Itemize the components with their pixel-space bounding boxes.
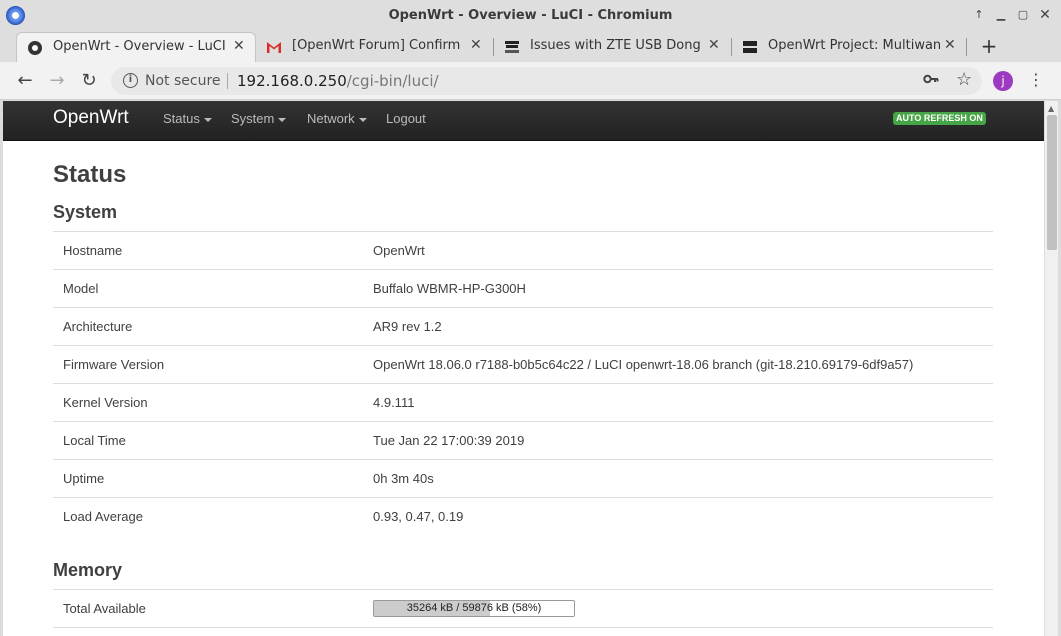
progress-text: 35264 kB / 59876 kB (58%) (406, 602, 542, 614)
new-tab-icon[interactable]: + (978, 33, 1000, 59)
row-label: Kernel Version (63, 395, 148, 410)
row-label: Total Available (63, 601, 146, 616)
back-icon[interactable]: ← (14, 70, 36, 92)
security-label[interactable]: Not secure (145, 73, 221, 89)
tab-label: OpenWrt - Overview - LuCI (53, 39, 226, 54)
nav-network[interactable]: Network (307, 111, 367, 126)
table-row: Uptime 0h 3m 40s (53, 459, 993, 497)
table-row: Total Available 35264 kB / 59876 kB (58%… (53, 589, 993, 627)
window-close-icon[interactable]: ✕ (1036, 6, 1054, 24)
vertical-scrollbar[interactable]: ▲ (1044, 101, 1058, 636)
url-host: 192.168.0.250 (237, 72, 347, 90)
row-label: Uptime (63, 471, 105, 486)
window-maximize-icon[interactable]: ▢ (1014, 6, 1032, 24)
window-title: OpenWrt - Overview - LuCI - Chromium (388, 8, 673, 23)
tab-close-icon[interactable]: ✕ (944, 37, 956, 53)
tab-label: [OpenWrt Forum] Confirm (292, 38, 460, 53)
tab-separator (966, 38, 967, 56)
table-row: Firmware Version OpenWrt 18.06.0 r7188-b… (53, 345, 993, 383)
table-row: Local Time Tue Jan 22 17:00:39 2019 (53, 421, 993, 459)
table-row: Load Average 0.93, 0.47, 0.19 (53, 497, 993, 535)
memory-heading: Memory (53, 560, 123, 580)
row-value: OpenWrt (373, 243, 425, 258)
memory-progress-bar: 35264 kB / 59876 kB (58%) (373, 600, 575, 617)
tab-label: Issues with ZTE USB Dong (530, 38, 700, 53)
openwrt-wiki-icon (742, 39, 758, 55)
gmail-icon (266, 39, 282, 55)
url-text[interactable]: 192.168.0.250/cgi-bin/luci/ (237, 72, 439, 90)
row-value: 0h 3m 40s (373, 471, 434, 486)
tab-close-icon[interactable]: ✕ (233, 38, 245, 54)
table-row (53, 627, 993, 636)
row-value: 0.93, 0.47, 0.19 (373, 509, 464, 524)
page-title: Status (53, 161, 127, 188)
tab-openwrt-overview[interactable]: OpenWrt - Overview - LuCI ✕ (16, 32, 256, 62)
auto-refresh-badge[interactable]: AUTO REFRESH ON (893, 112, 986, 125)
openwrt-forum-icon (504, 39, 520, 55)
omnibox-separator (227, 73, 228, 89)
row-label: Hostname (63, 243, 123, 258)
nav-logout[interactable]: Logout (386, 111, 426, 126)
chevron-down-icon (203, 117, 212, 122)
system-heading: System (53, 202, 118, 222)
row-label: Architecture (63, 319, 133, 334)
row-label: Load Average (63, 509, 143, 524)
row-value: Tue Jan 22 17:00:39 2019 (373, 433, 525, 448)
row-value: OpenWrt 18.06.0 r7188-b0b5c64c22 / LuCI … (373, 357, 914, 372)
luci-navbar: OpenWrt Status System Network Logout AUT… (3, 101, 1044, 141)
tab-strip: OpenWrt - Overview - LuCI ✕ [OpenWrt For… (0, 30, 1061, 62)
openwrt-icon (27, 40, 43, 56)
table-row: Hostname OpenWrt (53, 231, 993, 269)
menu-dots-icon[interactable]: ⋮ (1027, 70, 1045, 89)
row-value: 4.9.111 (373, 395, 415, 410)
table-row: Model Buffalo WBMR-HP-G300H (53, 269, 993, 307)
nav-status[interactable]: Status (163, 111, 212, 126)
page-viewport: OpenWrt Status System Network Logout AUT… (3, 101, 1044, 636)
reload-icon[interactable]: ↻ (78, 70, 100, 92)
nav-status-label: Status (163, 111, 200, 126)
row-value: Buffalo WBMR-HP-G300H (373, 281, 526, 296)
chevron-down-icon (278, 117, 287, 122)
tab-close-icon[interactable]: ✕ (470, 37, 482, 53)
bookmark-star-icon[interactable]: ☆ (956, 69, 972, 90)
avatar[interactable]: j (993, 71, 1013, 91)
address-bar[interactable]: i Not secure 192.168.0.250/cgi-bin/luci/… (111, 67, 982, 95)
nav-system-label: System (231, 111, 275, 126)
table-row: Architecture AR9 rev 1.2 (53, 307, 993, 345)
scroll-up-icon[interactable]: ▲ (1048, 104, 1054, 113)
chevron-down-icon (358, 117, 367, 122)
window-keep-above-icon[interactable]: ↑ (970, 6, 988, 24)
key-icon[interactable] (923, 71, 939, 91)
browser-toolbar: ← → ↻ i Not secure 192.168.0.250/cgi-bin… (0, 62, 1061, 100)
row-value: AR9 rev 1.2 (373, 319, 442, 334)
window-minimize-icon[interactable]: ▁ (992, 6, 1010, 24)
nav-system[interactable]: System (231, 111, 287, 126)
url-path: /cgi-bin/luci/ (346, 72, 439, 90)
nav-network-label: Network (307, 111, 355, 126)
tab-label: OpenWrt Project: Multiwan (768, 38, 942, 53)
tab-close-icon[interactable]: ✕ (708, 37, 720, 53)
window-titlebar: OpenWrt - Overview - LuCI - Chromium ↑ ▁… (0, 0, 1061, 30)
row-label: Model (63, 281, 99, 296)
memory-table: Total Available 35264 kB / 59876 kB (58%… (53, 589, 993, 636)
system-table: Hostname OpenWrt Model Buffalo WBMR-HP-G… (53, 231, 993, 535)
scrollbar-thumb[interactable] (1047, 115, 1057, 250)
tab-issues-zte[interactable]: Issues with ZTE USB Dong ✕ (494, 32, 730, 62)
brand-logo[interactable]: OpenWrt (53, 107, 129, 129)
row-label: Firmware Version (63, 357, 165, 372)
info-icon[interactable]: i (123, 73, 138, 88)
tab-openwrt-multiwan[interactable]: OpenWrt Project: Multiwan ✕ (732, 32, 968, 62)
forward-icon[interactable]: → (46, 70, 68, 92)
table-row: Kernel Version 4.9.111 (53, 383, 993, 421)
row-label: Local Time (63, 433, 126, 448)
tab-openwrt-forum-confirm[interactable]: [OpenWrt Forum] Confirm ✕ (256, 32, 492, 62)
